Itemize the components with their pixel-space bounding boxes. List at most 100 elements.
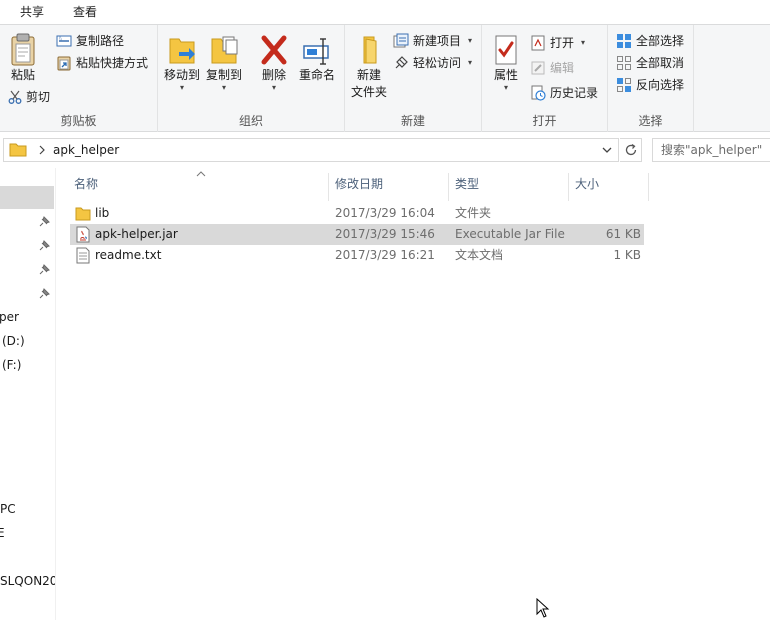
file-type: 文件夹 bbox=[455, 206, 492, 220]
delete-button[interactable]: 删除 ▾ bbox=[256, 33, 292, 92]
ribbon: 粘贴 剪切 \\ 复制路径 粘贴快捷方式 剪贴板 移动到 ▾ 复制到 ▾ 删除 … bbox=[0, 25, 770, 132]
column-header-type[interactable]: 类型 bbox=[449, 173, 569, 201]
file-row[interactable]: apk-helper.jar 2017/3/29 15:46 Executabl… bbox=[70, 224, 644, 245]
easy-access-label: 轻松访问 bbox=[413, 56, 462, 70]
easy-access-dropdown-icon: ▾ bbox=[468, 58, 473, 67]
file-date: 2017/3/29 16:21 bbox=[335, 248, 435, 262]
pin-icon[interactable] bbox=[38, 240, 50, 252]
pin-icon[interactable] bbox=[38, 288, 50, 300]
column-header-size[interactable]: 大小 bbox=[569, 173, 649, 201]
chevron-right-icon[interactable] bbox=[37, 145, 47, 155]
new-folder-button[interactable]: 新建 文件夹 bbox=[349, 33, 389, 101]
pin-icon[interactable] bbox=[38, 264, 50, 276]
open-dropdown-icon: ▾ bbox=[581, 38, 586, 47]
open-group: 属性 ▾ 打开 ▾ 编辑 历史记录 打开 bbox=[482, 25, 608, 132]
address-field[interactable]: apk_helper bbox=[3, 138, 619, 162]
edit-button[interactable]: 编辑 bbox=[530, 58, 574, 78]
clipboard-group: 粘贴 剪切 \\ 复制路径 粘贴快捷方式 剪贴板 bbox=[0, 25, 158, 132]
file-row[interactable]: lib 2017/3/29 16:04 文件夹 bbox=[70, 203, 644, 224]
nav-item-drive-f[interactable]: (F:) bbox=[2, 358, 21, 372]
column-header-name[interactable]: 名称 bbox=[68, 173, 329, 201]
refresh-button[interactable] bbox=[620, 138, 642, 162]
paste-button[interactable]: 粘贴 bbox=[6, 33, 40, 84]
move-to-label: 移动到 bbox=[163, 68, 200, 82]
move-to-button[interactable]: 移动到 ▾ bbox=[162, 33, 202, 92]
paste-shortcut-button[interactable]: 粘贴快捷方式 bbox=[56, 53, 148, 73]
copy-path-icon: \\ bbox=[56, 35, 72, 47]
delete-icon bbox=[261, 35, 287, 65]
rename-button[interactable]: 重命名 bbox=[296, 33, 338, 84]
select-group-label: 选择 bbox=[638, 114, 663, 128]
folder-icon bbox=[75, 207, 91, 221]
nav-item-network[interactable]: E bbox=[0, 526, 5, 540]
file-row[interactable]: readme.txt 2017/3/29 16:21 文本文档 1 KB bbox=[70, 245, 644, 266]
tab-view[interactable]: 查看 bbox=[63, 0, 107, 25]
ribbon-tab-bar: 共享 查看 bbox=[0, 0, 770, 25]
file-name: lib bbox=[95, 206, 110, 220]
search-input[interactable]: 搜索"apk_helper" bbox=[652, 138, 770, 162]
copy-to-dropdown-icon: ▾ bbox=[221, 83, 226, 92]
chevron-down-icon[interactable] bbox=[600, 143, 614, 157]
file-date: 2017/3/29 15:46 bbox=[335, 227, 435, 241]
new-item-icon bbox=[393, 33, 409, 48]
jar-file-icon bbox=[76, 226, 90, 243]
nav-item-user-folder[interactable]: per bbox=[0, 310, 19, 324]
file-date: 2017/3/29 16:04 bbox=[335, 206, 435, 220]
delete-dropdown-icon: ▾ bbox=[271, 83, 276, 92]
new-item-dropdown-icon: ▾ bbox=[468, 36, 473, 45]
file-size bbox=[575, 203, 641, 224]
invert-selection-label: 反向选择 bbox=[636, 78, 685, 92]
breadcrumb-current[interactable]: apk_helper bbox=[53, 143, 119, 157]
nav-item-this-pc[interactable]: PC bbox=[0, 502, 16, 516]
properties-label: 属性 bbox=[493, 68, 518, 82]
new-folder-icon bbox=[363, 36, 377, 64]
move-to-icon bbox=[169, 38, 195, 64]
select-all-icon bbox=[617, 34, 631, 48]
delete-label: 删除 bbox=[261, 68, 286, 82]
new-item-button[interactable]: 新建项目 ▾ bbox=[393, 31, 472, 51]
open-button[interactable]: 打开 ▾ bbox=[530, 33, 585, 53]
address-bar: apk_helper 搜索"apk_helper" bbox=[0, 132, 770, 168]
history-button[interactable]: 历史记录 bbox=[530, 83, 598, 103]
edit-icon bbox=[531, 61, 545, 75]
copy-to-icon bbox=[211, 36, 238, 64]
clipboard-group-label: 剪贴板 bbox=[60, 114, 97, 128]
copy-to-label: 复制到 bbox=[205, 68, 242, 82]
column-header-date[interactable]: 修改日期 bbox=[329, 173, 449, 201]
paste-shortcut-icon bbox=[57, 56, 71, 71]
copy-path-label: 复制路径 bbox=[76, 34, 125, 48]
navigation-pane: per (D:) (F:) PC E SLQON20 bbox=[0, 168, 56, 620]
new-folder-label-line1: 新建 bbox=[356, 68, 381, 82]
new-group-label: 新建 bbox=[400, 114, 425, 128]
properties-button[interactable]: 属性 ▾ bbox=[486, 33, 526, 92]
edit-label: 编辑 bbox=[550, 61, 575, 75]
organize-group: 移动到 ▾ 复制到 ▾ 删除 ▾ 重命名 组织 bbox=[158, 25, 345, 132]
file-type: 文本文档 bbox=[455, 248, 504, 262]
rename-icon bbox=[303, 38, 329, 65]
copy-to-button[interactable]: 复制到 ▾ bbox=[204, 33, 244, 92]
history-label: 历史记录 bbox=[550, 86, 599, 100]
cut-button[interactable]: 剪切 bbox=[8, 87, 50, 107]
pin-icon[interactable] bbox=[38, 216, 50, 228]
select-none-icon bbox=[617, 56, 631, 70]
select-all-button[interactable]: 全部选择 bbox=[616, 31, 684, 51]
nav-item-drive-d[interactable]: (D:) bbox=[2, 334, 25, 348]
tab-share[interactable]: 共享 bbox=[10, 0, 54, 25]
paste-shortcut-label: 粘贴快捷方式 bbox=[76, 56, 149, 70]
copy-path-button[interactable]: \\ 复制路径 bbox=[56, 31, 124, 51]
nav-selected-item[interactable] bbox=[0, 186, 54, 209]
select-none-button[interactable]: 全部取消 bbox=[616, 53, 684, 73]
easy-access-button[interactable]: 轻松访问 ▾ bbox=[393, 53, 472, 73]
select-group: 全部选择 全部取消 反向选择 选择 bbox=[608, 25, 694, 132]
new-item-label: 新建项目 bbox=[413, 34, 462, 48]
cut-label: 剪切 bbox=[26, 90, 51, 104]
select-none-label: 全部取消 bbox=[636, 56, 685, 70]
refresh-icon bbox=[625, 143, 636, 156]
invert-selection-button[interactable]: 反向选择 bbox=[616, 75, 684, 95]
open-group-label: 打开 bbox=[532, 114, 557, 128]
folder-icon bbox=[9, 143, 27, 157]
file-list: 名称 修改日期 类型 大小 lib 2017/3/29 16:04 文件夹 ap… bbox=[56, 168, 770, 620]
nav-item-computer[interactable]: SLQON20 bbox=[0, 574, 55, 588]
scissors-icon bbox=[8, 90, 22, 104]
properties-dropdown-icon: ▾ bbox=[503, 83, 508, 92]
